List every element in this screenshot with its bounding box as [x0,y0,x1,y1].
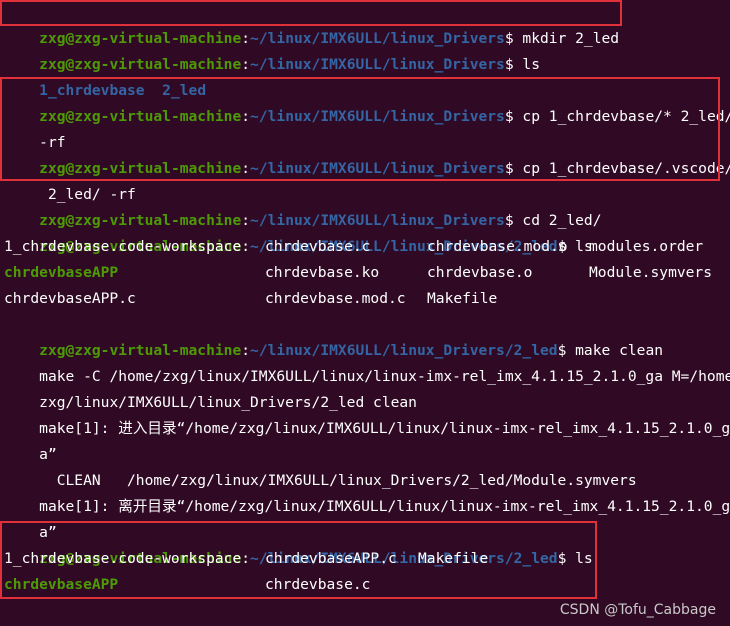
command-text: $ cp 1_chrdevbase/.vscode/ [504,160,730,177]
ls-output-line: chrdevbaseAPP chrdevbase.c [4,572,724,598]
file-entry: chrdevbaseAPP.c [265,550,397,567]
terminal-line: zxg@zxg-virtual-machine:~/linux/IMX6ULL/… [39,212,602,229]
prompt-user-host: zxg@zxg-virtual-machine [39,108,242,125]
ls-output-line: 1_chrdevbase 2_led [4,52,724,99]
terminal-line: zxg@zxg-virtual-machine:~/linux/IMX6ULL/… [39,238,593,255]
terminal-line: zxg@zxg-virtual-machine:~/linux/IMX6ULL/… [39,550,593,567]
output-line: make[1]: 离开目录“/home/zxg/linux/IMX6ULL/li… [4,468,730,515]
file-entry: modules.order [589,238,704,255]
ls-output-line: 1_chrdevbase.code-workspace chrdevbaseAP… [4,546,724,572]
executable-entry: chrdevbaseAPP [4,576,119,593]
file-entry: 1_chrdevbase.code-workspace [4,238,242,255]
output-line: a” [4,494,57,541]
file-entry: Makefile [418,550,489,567]
terminal-line: zxg@zxg-virtual-machine:~/linux/IMX6ULL/… [4,130,730,177]
terminal-line: zxg@zxg-virtual-machine:~/linux/IMX6ULL/… [39,56,541,73]
terminal-line: 2_led/ -rf [4,156,136,203]
file-entry: chrdevbase.mod.c [265,290,406,307]
ls-output-line: chrdevbaseAPP chrdevbase.ko chrdevbase.o… [4,260,724,286]
file-entry: chrdevbase.ko [265,264,380,281]
terminal-line: zxg@zxg-virtual-machine:~/linux/IMX6ULL/… [4,598,575,624]
output-line: make[1]: 进入目录“/home/zxg/linux/IMX6ULL/li… [4,390,730,437]
output-line: make -C /home/zxg/linux/IMX6ULL/linux/li… [4,338,730,385]
terminal-line: zxg@zxg-virtual-machine:~/linux/IMX6ULL/… [39,30,620,47]
prompt-path: ~/linux/IMX6ULL/linux_Drivers [250,108,505,125]
file-entry: Makefile [427,290,498,307]
output-line: zxg/linux/IMX6ULL/linux_Drivers/2_led cl… [4,364,417,411]
file-entry: chrdevbase.o [427,264,533,281]
make-output: make[1]: 进入目录“/home/zxg/linux/IMX6ULL/li… [39,420,730,437]
command-text: $ cp 1_chrdevbase/* 2_led/ [504,108,730,125]
output-line: CLEAN /home/zxg/linux/IMX6ULL/linux_Driv… [4,442,637,489]
terminal-line: -rf [4,104,65,151]
terminal-line: zxg@zxg-virtual-machine:~/linux/IMX6ULL/… [4,78,730,125]
file-entry: chrdevbase.c [265,238,371,255]
file-entry: chrdevbase.c [265,576,371,593]
file-entry: 1_chrdevbase.code-workspace [4,550,242,567]
file-entry: chrdevbaseAPP.c [4,290,136,307]
terminal-line: zxg@zxg-virtual-machine:~/linux/IMX6ULL/… [39,342,664,359]
ls-output-line: 1_chrdevbase.code-workspace chrdevbase.c… [4,234,724,260]
file-entry: Module.symvers [589,264,713,281]
output-line: a” [4,416,57,463]
ls-output-line: chrdevbaseAPP.c chrdevbase.mod.c Makefil… [4,286,724,312]
terminal-window[interactable]: zxg@zxg-virtual-machine:~/linux/IMX6ULL/… [0,0,730,626]
file-entry: chrdevbase.mod.o [427,238,568,255]
watermark-text: CSDN @Tofu_Cabbage [559,602,716,618]
prompt-path: ~/linux/IMX6ULL/linux_Drivers [250,160,505,177]
executable-entry: chrdevbaseAPP [4,264,119,281]
make-output: make[1]: 离开目录“/home/zxg/linux/IMX6ULL/li… [39,498,730,515]
